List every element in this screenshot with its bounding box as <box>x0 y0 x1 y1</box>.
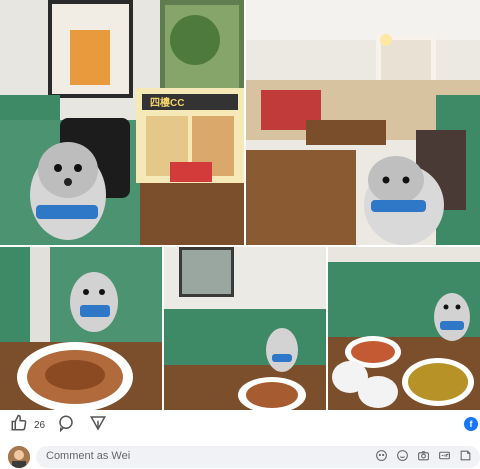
photo-dog-at-table-wide[interactable] <box>164 247 326 410</box>
comment-icon <box>57 414 75 437</box>
comment-button[interactable] <box>57 414 75 437</box>
photo-5-image <box>328 247 480 410</box>
post-action-bar: 26 f <box>0 410 480 438</box>
gif-icon[interactable] <box>438 449 451 462</box>
menu-title: 四樓CC <box>150 96 184 109</box>
photo-4-image <box>164 247 326 410</box>
like-button[interactable]: 26 <box>10 414 45 437</box>
photo-3-image <box>0 247 162 410</box>
avatar-icon[interactable] <box>8 446 30 468</box>
sticker-alt-icon[interactable] <box>459 449 472 462</box>
comment-tools <box>375 449 472 462</box>
share-icon <box>89 414 107 437</box>
comment-placeholder: Comment as Wei <box>46 450 131 462</box>
comment-input[interactable]: Comment as Wei <box>36 446 480 468</box>
photo-2-image <box>246 0 480 245</box>
camera-icon[interactable] <box>417 449 430 462</box>
facebook-icon: f <box>464 417 478 431</box>
sticker-icon[interactable] <box>375 449 388 462</box>
photo-1-image: 四樓CC <box>0 0 244 245</box>
like-icon <box>10 414 28 437</box>
photo-dog-cafe-interior[interactable] <box>246 0 480 245</box>
photo-dog-booth-menu[interactable]: 四樓CC <box>0 0 244 245</box>
share-button[interactable] <box>89 414 107 437</box>
photo-dog-with-multiple-dishes[interactable] <box>328 247 480 410</box>
emoji-icon[interactable] <box>396 449 409 462</box>
photo-dog-with-dish[interactable] <box>0 247 162 410</box>
like-count: 26 <box>34 420 46 431</box>
comment-composer: Comment as Wei <box>0 444 480 469</box>
